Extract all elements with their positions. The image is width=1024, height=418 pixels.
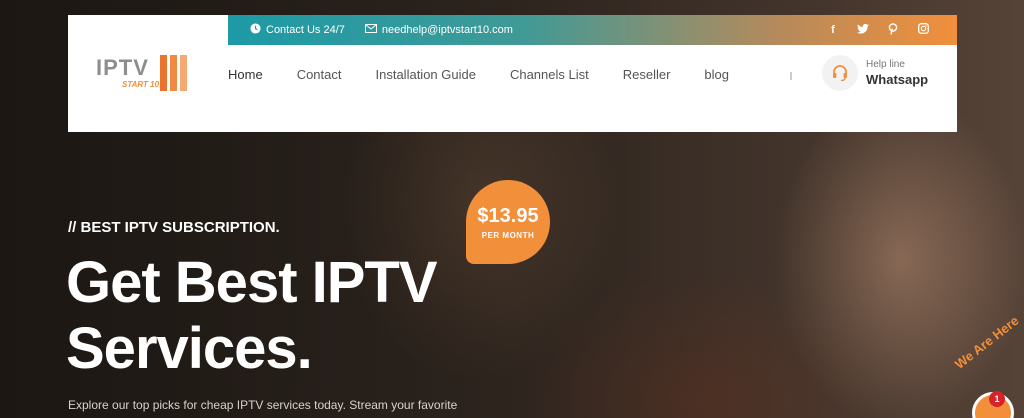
helpline-text: Help line Whatsapp [866, 59, 928, 87]
contact-label: Contact Us 24/7 [266, 24, 345, 36]
price-amount: $13.95 [477, 204, 539, 227]
site-logo[interactable]: IPTV START 10 [96, 55, 196, 95]
logo-subtitle: START 10 [122, 80, 160, 89]
hero-kicker: // BEST IPTV SUBSCRIPTION. [68, 219, 280, 236]
helpline-label: Help line [866, 59, 905, 70]
nav-item-reseller[interactable]: Reseller [623, 67, 671, 82]
email-label: needhelp@iptvstart10.com [381, 24, 513, 36]
site-header: Contact Us 24/7 needhelp@iptvstart10.com… [68, 15, 957, 132]
chat-notification-badge: 1 [989, 391, 1005, 407]
headset-icon [822, 55, 858, 91]
nav-item-contact[interactable]: Contact [297, 67, 342, 82]
nav-divider [790, 72, 792, 80]
hero-description: Explore our top picks for cheap IPTV ser… [68, 398, 458, 412]
mail-icon [364, 24, 377, 36]
headline-line-2: Services. [66, 316, 313, 381]
social-links: f [827, 22, 929, 38]
logo-word: IPTV [96, 55, 149, 80]
headline-line-1: Get Best IPTV [66, 250, 438, 315]
logo-bars-icon [160, 55, 187, 91]
nav-item-installation-guide[interactable]: Installation Guide [376, 67, 476, 82]
helpline-value[interactable]: Whatsapp [866, 72, 928, 87]
price-period: PER MONTH [481, 230, 535, 240]
contact-info[interactable]: Contact Us 24/7 [250, 23, 345, 37]
instagram-icon[interactable] [917, 23, 929, 37]
email-info[interactable]: needhelp@iptvstart10.com [364, 24, 513, 36]
main-nav: Home Contact Installation Guide Channels… [228, 67, 729, 82]
nav-item-blog[interactable]: blog [704, 67, 729, 82]
nav-item-channels-list[interactable]: Channels List [510, 67, 589, 82]
clock-icon [250, 23, 261, 37]
facebook-icon[interactable]: f [827, 24, 839, 36]
helpline[interactable]: Help line Whatsapp [822, 55, 928, 91]
pinterest-icon[interactable] [887, 22, 899, 38]
hero-headline: Get Best IPTV Services. [66, 250, 486, 382]
twitter-icon[interactable] [857, 23, 869, 37]
nav-item-home[interactable]: Home [228, 67, 263, 82]
top-bar: Contact Us 24/7 needhelp@iptvstart10.com… [228, 15, 957, 45]
